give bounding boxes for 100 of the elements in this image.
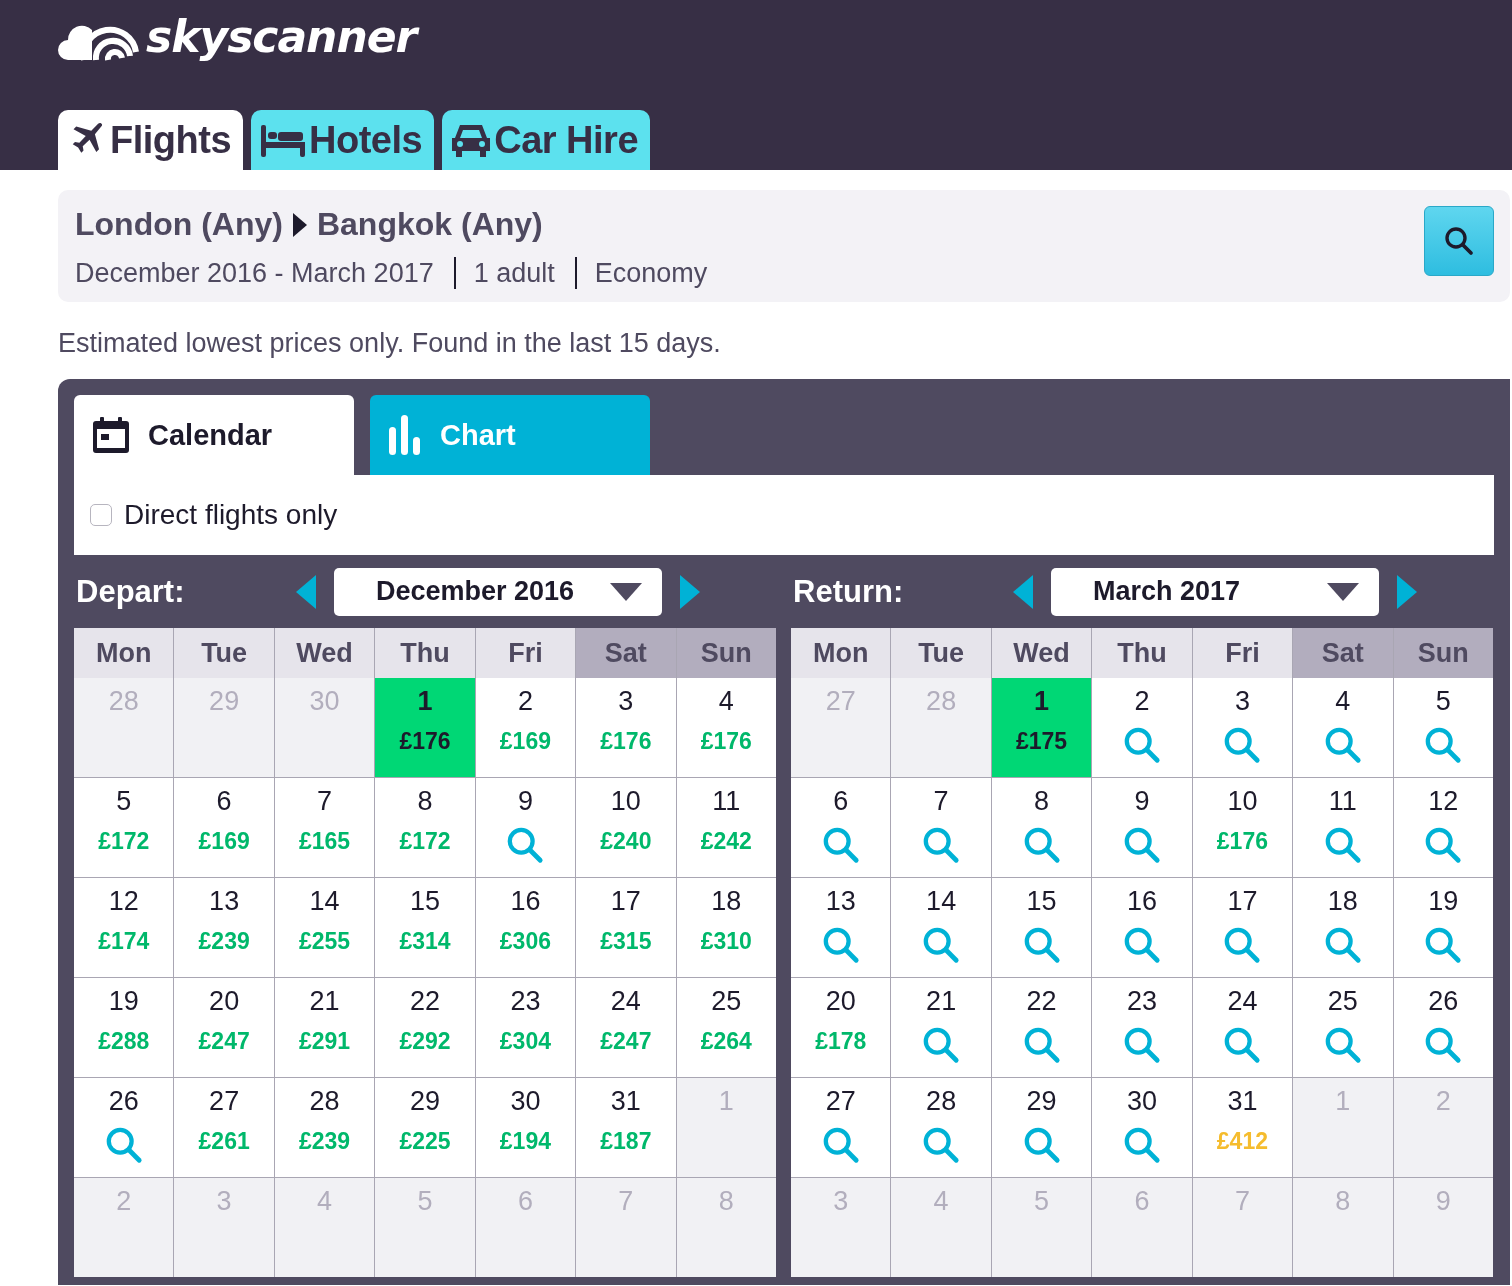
day-cell[interactable]: 20 £178 [791,978,891,1077]
day-cell[interactable]: 16 £306 [475,878,576,977]
nav-tab[interactable]: Hotels [251,110,435,170]
day-cell[interactable]: 12 [1393,778,1493,877]
trip-detail: Economy [574,257,728,289]
weekday-header: Wed [274,628,375,678]
day-price: £306 [499,927,551,956]
day-number: 22 [409,986,440,1016]
search-icon [821,826,860,864]
day-cell[interactable]: 19 £288 [74,978,174,1077]
nav-tab[interactable]: Flights [58,110,244,170]
search-icon [821,1126,860,1164]
day-cell[interactable]: 6 [791,778,891,877]
day-cell[interactable]: 26 [1393,978,1493,1077]
day-cell[interactable]: 3 [1192,678,1293,777]
day-cell[interactable]: 29 [991,1078,1092,1177]
day-cell[interactable]: 28 £239 [274,1078,375,1177]
day-number: 27 [209,1086,240,1116]
day-number: 23 [1126,986,1157,1016]
day-cell[interactable]: 9 [1092,778,1192,877]
day-cell[interactable]: 15 [991,878,1092,977]
day-cell[interactable]: 17 £315 [576,878,676,977]
caret-icon [610,582,642,601]
day-cell[interactable]: 7 [891,778,991,877]
day-number: 9 [1435,1186,1451,1216]
day-cell[interactable]: 28 [891,1078,991,1177]
day-cell[interactable]: 31 £187 [576,1078,676,1177]
day-number: 30 [309,686,340,716]
day-number: 7 [1234,1186,1250,1216]
day-price: £175 [1015,727,1068,756]
month-dropdown[interactable]: December 2016 [334,567,662,616]
day-cell[interactable]: 13 [791,878,891,977]
day-cell[interactable]: 21 [891,978,991,1077]
day-cell[interactable]: 4 £176 [676,678,776,777]
day-cell[interactable]: 15 £314 [375,878,475,977]
day-cell[interactable]: 30 [1092,1078,1192,1177]
day-cell[interactable]: 21 £291 [274,978,375,1077]
day-cell[interactable]: 24 [1192,978,1293,1077]
day-cell[interactable]: 9 [475,778,576,877]
day-cell[interactable]: 2 £169 [475,678,576,777]
day-cell[interactable]: 14 [891,878,991,977]
day-cell[interactable]: 7 £165 [274,778,375,877]
search-button[interactable] [1424,206,1494,276]
day-cell[interactable]: 19 [1393,878,1493,977]
day-cell[interactable]: 1 £175 [991,678,1092,777]
day-cell[interactable]: 22 [991,978,1092,1077]
day-cell[interactable]: 25 £264 [676,978,776,1077]
day-cell[interactable]: 4 [1293,678,1393,777]
day-cell[interactable]: 31 £412 [1192,1078,1293,1177]
search-icon [104,1126,143,1164]
day-price: £169 [198,827,250,856]
day-cell[interactable]: 22 £292 [375,978,475,1077]
day-cell[interactable]: 24 £247 [576,978,676,1077]
month-dropdown[interactable]: March 2017 [1051,567,1379,616]
day-cell[interactable]: 5 [1393,678,1493,777]
day-cell[interactable]: 30 £194 [475,1078,576,1177]
day-cell[interactable]: 23 [1092,978,1192,1077]
day-cell[interactable]: 13 £239 [174,878,274,977]
day-cell[interactable]: 20 £247 [174,978,274,1077]
day-cell[interactable]: 6 £169 [174,778,274,877]
day-cell[interactable]: 26 [74,1078,174,1177]
day-cell[interactable]: 11 £242 [676,778,776,877]
search-icon [1123,1126,1161,1164]
day-cell[interactable]: 25 [1293,978,1393,1077]
day-cell[interactable]: 10 £240 [576,778,676,877]
day-cell[interactable]: 14 £255 [274,878,375,977]
day-number: 2 [1435,1086,1451,1116]
day-cell[interactable]: 27 [791,1078,891,1177]
triangle-icon [292,212,307,237]
view-tab[interactable]: Calendar [74,395,354,475]
bar-chart-icon [388,415,422,455]
day-cell[interactable]: 5 £172 [74,778,174,877]
day-cell[interactable]: 11 [1293,778,1393,877]
day-cell[interactable]: 1 £176 [375,678,475,777]
search-icon [1323,726,1362,764]
day-cell[interactable]: 8 £172 [375,778,475,877]
day-number: 30 [510,1086,541,1116]
day-cell[interactable]: 3 £176 [576,678,676,777]
day-cell[interactable]: 27 £261 [174,1078,274,1177]
day-cell[interactable]: 10 £176 [1192,778,1293,877]
day-price: £176 [700,727,752,756]
search-icon [1123,926,1161,964]
search-icon [1022,926,1061,964]
day-cell[interactable]: 29 £225 [375,1078,475,1177]
day-cell[interactable]: 2 [1092,678,1192,777]
day-cell[interactable]: 12 £174 [74,878,174,977]
day-number: 9 [517,786,533,816]
day-cell[interactable]: 18 [1293,878,1393,977]
nav-tab[interactable]: Car Hire [442,110,651,170]
direct-flights-checkbox[interactable] [90,504,112,526]
day-price: £172 [98,827,150,856]
day-cell[interactable]: 17 [1192,878,1293,977]
day-number: 2 [116,1186,132,1216]
day-cell[interactable]: 18 £310 [676,878,776,977]
day-cell[interactable]: 23 £304 [475,978,576,1077]
day-cell[interactable]: 8 [991,778,1092,877]
day-cell[interactable]: 16 [1092,878,1192,977]
day-number: 18 [1327,886,1358,916]
search-icon [1022,1126,1061,1164]
day-number: 28 [309,1086,340,1116]
